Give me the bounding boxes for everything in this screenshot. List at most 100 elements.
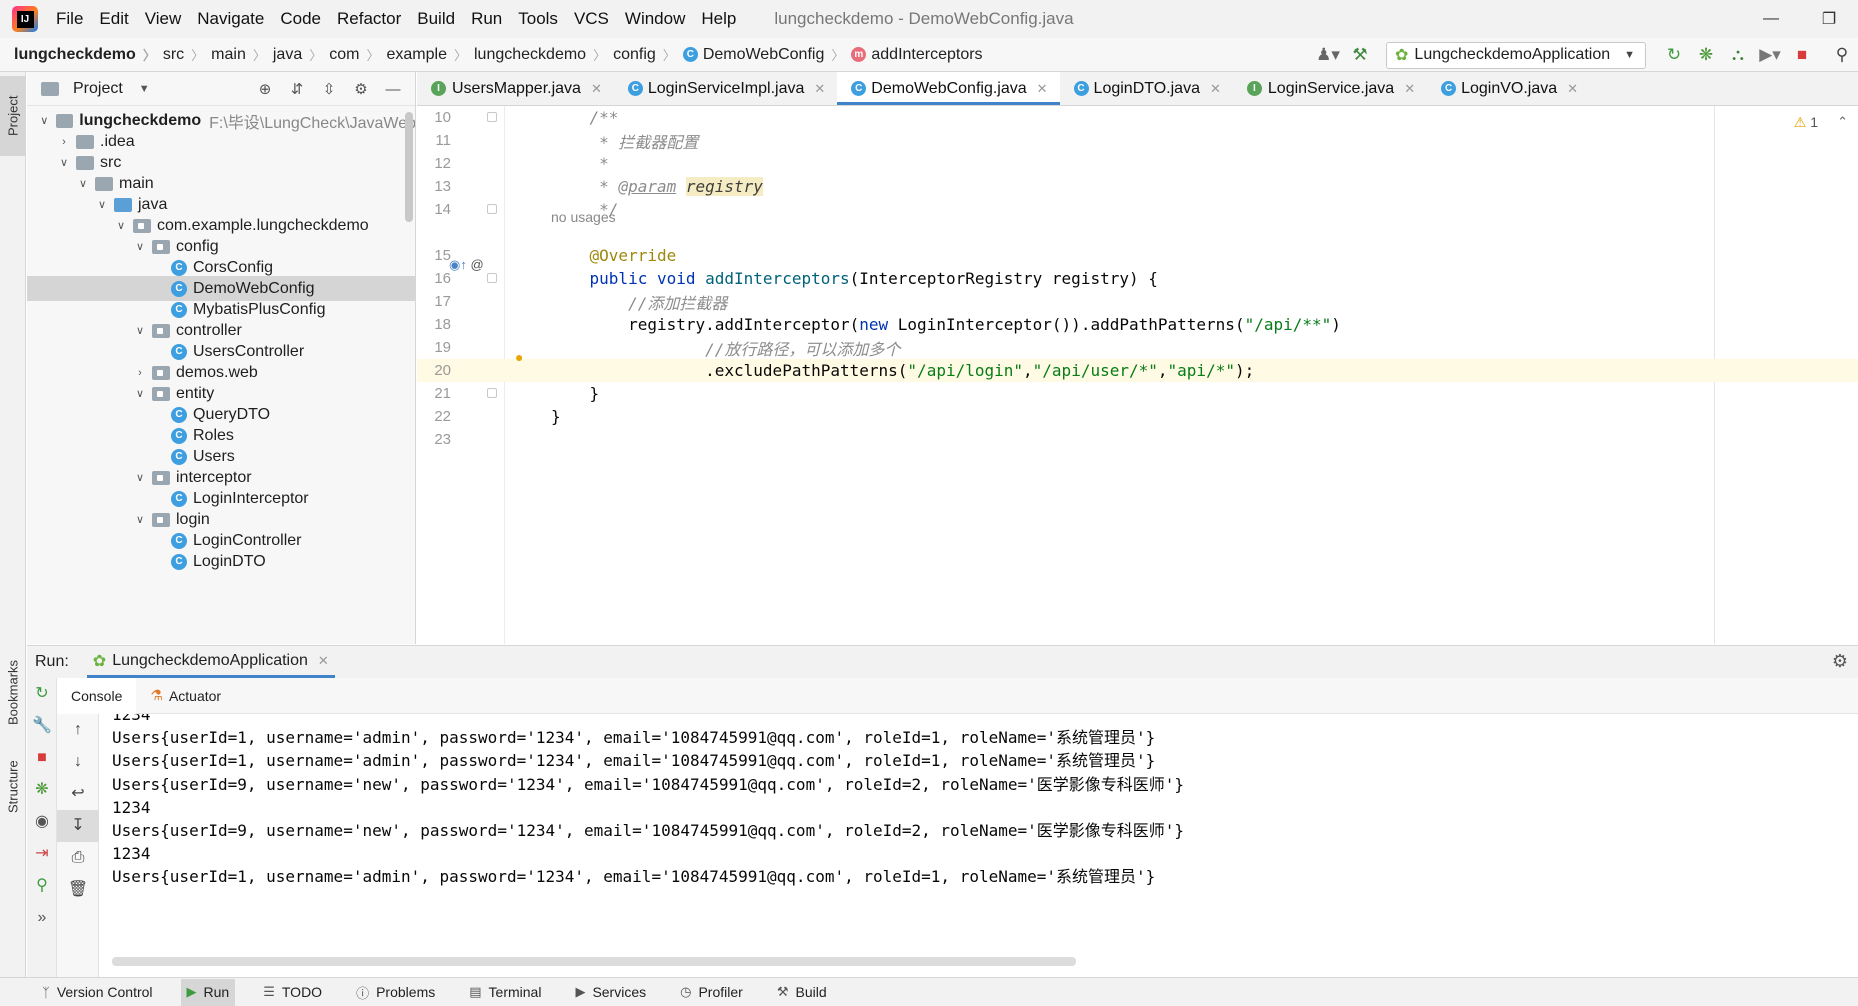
chevron-down-icon[interactable]: ▼ xyxy=(139,83,150,95)
collapse-all-icon[interactable]: ⇳ xyxy=(313,76,345,102)
chevron-down-icon[interactable]: ∨ xyxy=(113,219,129,232)
editor-tab[interactable]: I UsersMapper.java ✕ xyxy=(417,72,614,105)
fold-marker-icon[interactable] xyxy=(487,204,497,214)
tool-services[interactable]: ▶ Services xyxy=(569,979,652,1006)
fold-marker-icon[interactable] xyxy=(487,388,497,398)
console-horizontal-scrollbar[interactable] xyxy=(112,957,1076,966)
locate-icon[interactable]: ⊕ xyxy=(249,76,281,102)
menu-tools[interactable]: Tools xyxy=(518,9,558,29)
breadcrumb-java[interactable]: java 〉 xyxy=(273,45,329,64)
breadcrumb-lungcheckdemo[interactable]: lungcheckdemo 〉 xyxy=(474,45,613,64)
gear-icon[interactable]: ⚙ xyxy=(345,76,377,102)
menu-view[interactable]: View xyxy=(145,9,182,29)
rerun-icon[interactable]: ↻ xyxy=(27,678,57,710)
tool-terminal[interactable]: ▤ Terminal xyxy=(463,979,547,1006)
tab-console[interactable]: Console xyxy=(57,677,137,714)
chevron-down-icon[interactable]: ∨ xyxy=(56,156,72,169)
stop-icon[interactable]: ■ xyxy=(1786,41,1818,69)
close-icon[interactable]: ✕ xyxy=(1210,81,1221,97)
minimize-icon[interactable]: — xyxy=(1742,0,1800,38)
menu-navigate[interactable]: Navigate xyxy=(197,9,264,29)
editor-tab[interactable]: C LoginVO.java ✕ xyxy=(1427,72,1590,105)
tool-build[interactable]: ⚒ Build xyxy=(771,979,833,1006)
structure-tool-window-tab[interactable]: Structure xyxy=(0,732,26,842)
close-icon[interactable]: ✕ xyxy=(1037,81,1048,97)
user-icon[interactable]: ♟▾ xyxy=(1312,41,1344,69)
editor-tab[interactable]: C LoginServiceImpl.java ✕ xyxy=(614,72,837,105)
project-panel-title[interactable]: Project xyxy=(73,80,123,98)
restore-icon[interactable]: ❐ xyxy=(1800,0,1858,38)
override-gutter-icon[interactable]: ◉↑ @ xyxy=(449,257,484,273)
chevron-down-icon[interactable]: ∨ xyxy=(132,471,148,484)
menu-window[interactable]: Window xyxy=(625,9,685,29)
hide-icon[interactable]: — xyxy=(377,76,409,102)
chevron-right-icon[interactable]: › xyxy=(56,136,72,148)
chevron-down-icon[interactable]: ∨ xyxy=(132,387,148,400)
breadcrumb-example[interactable]: example 〉 xyxy=(387,45,475,64)
chevron-down-icon[interactable]: ∨ xyxy=(132,240,148,253)
camera-icon[interactable]: ◉ xyxy=(27,806,57,838)
stop-icon[interactable]: ■ xyxy=(27,742,57,774)
chevron-down-icon[interactable]: ∨ xyxy=(75,177,91,190)
chevron-right-icon[interactable]: › xyxy=(132,367,148,379)
scroll-down-icon[interactable]: ↓ xyxy=(57,746,99,778)
menu-edit[interactable]: Edit xyxy=(99,9,128,29)
menu-refactor[interactable]: Refactor xyxy=(337,9,401,29)
chevron-down-icon[interactable]: ∨ xyxy=(37,114,52,127)
breadcrumb-method[interactable]: m addInterceptors xyxy=(851,46,983,64)
exit-icon[interactable]: ⇥ xyxy=(27,838,57,870)
chevron-up-icon[interactable]: ⌃ xyxy=(1837,114,1848,130)
run-configuration-select[interactable]: ✿ LungcheckdemoApplication ▼ xyxy=(1386,41,1646,69)
chevron-down-icon[interactable]: ∨ xyxy=(132,324,148,337)
close-icon[interactable]: ✕ xyxy=(318,653,329,669)
menu-run[interactable]: Run xyxy=(471,9,502,29)
tab-actuator[interactable]: ⚗ Actuator xyxy=(136,678,235,714)
more-icon[interactable]: » xyxy=(27,902,57,934)
expand-all-icon[interactable]: ⇵ xyxy=(281,76,313,102)
breadcrumb-com[interactable]: com 〉 xyxy=(329,45,386,64)
no-usages-hint[interactable]: no usages xyxy=(551,209,616,225)
editor-tab[interactable]: I LoginService.java ✕ xyxy=(1233,72,1427,105)
chevron-down-icon[interactable]: ∨ xyxy=(132,513,148,526)
tool-version-control[interactable]: ᛉ Version Control xyxy=(36,979,159,1006)
close-icon[interactable]: ✕ xyxy=(1404,81,1415,97)
intellij-logo-icon[interactable]: IJ xyxy=(12,6,38,32)
soft-wrap-icon[interactable]: ↩ xyxy=(57,778,99,810)
debug-icon[interactable]: ❋ xyxy=(27,774,57,806)
project-tree-scrollbar[interactable] xyxy=(405,112,413,222)
tool-todo[interactable]: ☰ TODO xyxy=(257,979,328,1006)
code-editor[interactable]: 10 /** 11 * 拦截器配置 12 * 13 * @param regis… xyxy=(417,106,1858,644)
close-icon[interactable]: ✕ xyxy=(1567,81,1578,97)
menu-code[interactable]: Code xyxy=(280,9,321,29)
run-session-tab[interactable]: ✿ LungcheckdemoApplication ✕ xyxy=(86,646,335,678)
breadcrumb-class[interactable]: C DemoWebConfig 〉 xyxy=(682,45,852,64)
editor-tab[interactable]: C LoginDTO.java ✕ xyxy=(1060,72,1233,105)
print-icon[interactable]: ⎙ xyxy=(57,842,99,874)
lightbulb-icon[interactable]: ● xyxy=(515,349,523,365)
menu-file[interactable]: File xyxy=(56,9,83,29)
wrench-icon[interactable]: 🔧 xyxy=(27,710,57,742)
trash-icon[interactable]: 🗑 xyxy=(57,874,99,906)
project-tool-window-tab[interactable]: Project xyxy=(0,76,26,156)
breadcrumb-src[interactable]: src 〉 xyxy=(163,45,211,64)
fold-marker-icon[interactable] xyxy=(487,112,497,122)
inspection-warnings-badge[interactable]: ⚠ 1 xyxy=(1794,114,1818,131)
breadcrumb-main[interactable]: main 〉 xyxy=(211,45,273,64)
fold-marker-icon[interactable] xyxy=(487,273,497,283)
profile-icon[interactable]: ▶▾ xyxy=(1754,41,1786,69)
menu-vcs[interactable]: VCS xyxy=(574,9,609,29)
coverage-icon[interactable]: ⛬ xyxy=(1722,41,1754,69)
close-icon[interactable]: ✕ xyxy=(814,81,825,97)
breadcrumb-config[interactable]: config 〉 xyxy=(613,45,683,64)
tool-profiler[interactable]: ◷ Profiler xyxy=(674,979,749,1006)
debug-icon[interactable]: ❋ xyxy=(1690,41,1722,69)
rerun-icon[interactable]: ↻ xyxy=(1658,41,1690,69)
chevron-down-icon[interactable]: ∨ xyxy=(94,198,110,211)
menu-help[interactable]: Help xyxy=(701,9,736,29)
breadcrumb-project[interactable]: lungcheckdemo 〉 xyxy=(14,45,163,64)
console-output[interactable]: 1234 Users{userId=1, username='admin', pa… xyxy=(112,714,1858,944)
build-hammer-icon[interactable]: ⚒ xyxy=(1344,41,1376,69)
scroll-up-icon[interactable]: ↑ xyxy=(57,714,99,746)
tool-run[interactable]: ▶ Run xyxy=(180,978,236,1006)
scroll-to-end-icon[interactable]: ↧ xyxy=(57,810,99,842)
